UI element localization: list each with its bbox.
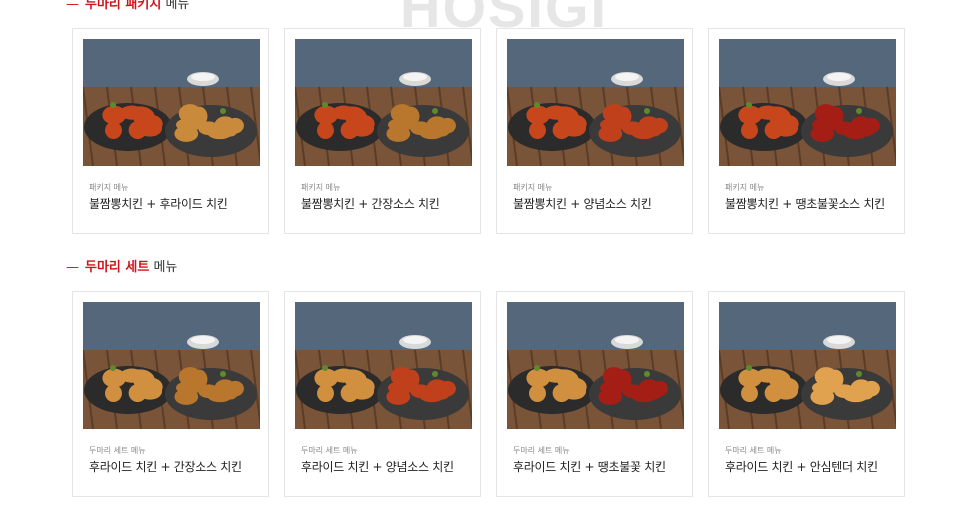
menu-category: 패키지 메뉴	[725, 183, 765, 192]
menu-card[interactable]: 두마리 세트 메뉴 후라이드 치킨 + 땡초불꽃 치킨	[496, 291, 693, 497]
menu-category: 패키지 메뉴	[301, 183, 341, 192]
section-title-rest: 메뉴	[165, 0, 190, 12]
menu-name: 후라이드 치킨 + 양념소스 치킨	[301, 460, 454, 474]
menu-photo	[719, 39, 896, 166]
menu-name: 불짬뽕치킨 + 후라이드 치킨	[89, 197, 228, 211]
menu-photo	[83, 39, 260, 166]
menu-photo	[295, 302, 472, 429]
menu-card[interactable]: 패키지 메뉴 불짬뽕치킨 + 땡초불꽃소스 치킨	[708, 28, 905, 234]
menu-category: 두마리 세트 메뉴	[725, 446, 782, 455]
title-dash: —	[66, 0, 79, 12]
menu-photo	[507, 39, 684, 166]
menu-name: 후라이드 치킨 + 안심텐더 치킨	[725, 460, 878, 474]
title-dash: —	[66, 260, 79, 275]
menu-card[interactable]: 두마리 세트 메뉴 후라이드 치킨 + 양념소스 치킨	[284, 291, 481, 497]
menu-photo	[719, 302, 896, 429]
section-title-set: — 두마리 세트 메뉴	[66, 260, 177, 276]
package-menu-grid: 패키지 메뉴 불짬뽕치킨 + 후라이드 치킨 패키지 메뉴 불짬뽕치킨 + 간장…	[72, 28, 905, 234]
menu-name: 불짬뽕치킨 + 양념소스 치킨	[513, 197, 652, 211]
menu-category: 두마리 세트 메뉴	[301, 446, 358, 455]
menu-category: 두마리 세트 메뉴	[89, 446, 146, 455]
menu-name: 후라이드 치킨 + 땡초불꽃 치킨	[513, 460, 666, 474]
menu-photo	[295, 39, 472, 166]
menu-name: 불짬뽕치킨 + 땡초불꽃소스 치킨	[725, 197, 885, 211]
menu-card[interactable]: 패키지 메뉴 불짬뽕치킨 + 후라이드 치킨	[72, 28, 269, 234]
menu-category: 패키지 메뉴	[513, 183, 553, 192]
set-menu-grid: 두마리 세트 메뉴 후라이드 치킨 + 간장소스 치킨 두마리 세트 메뉴 후라…	[72, 291, 905, 497]
section-title-highlight: 두마리 패키지	[85, 0, 162, 12]
menu-name: 불짬뽕치킨 + 간장소스 치킨	[301, 197, 440, 211]
menu-card[interactable]: 두마리 세트 메뉴 후라이드 치킨 + 간장소스 치킨	[72, 291, 269, 497]
menu-card[interactable]: 두마리 세트 메뉴 후라이드 치킨 + 안심텐더 치킨	[708, 291, 905, 497]
menu-photo	[507, 302, 684, 429]
menu-category: 두마리 세트 메뉴	[513, 446, 570, 455]
section-title-rest: 메뉴	[153, 260, 178, 275]
menu-category: 패키지 메뉴	[89, 183, 129, 192]
section-title-highlight: 두마리 세트	[85, 260, 150, 275]
section-title-package: — 두마리 패키지 메뉴	[66, 0, 189, 13]
menu-name: 후라이드 치킨 + 간장소스 치킨	[89, 460, 242, 474]
menu-card[interactable]: 패키지 메뉴 불짬뽕치킨 + 간장소스 치킨	[284, 28, 481, 234]
menu-card[interactable]: 패키지 메뉴 불짬뽕치킨 + 양념소스 치킨	[496, 28, 693, 234]
menu-photo	[83, 302, 260, 429]
